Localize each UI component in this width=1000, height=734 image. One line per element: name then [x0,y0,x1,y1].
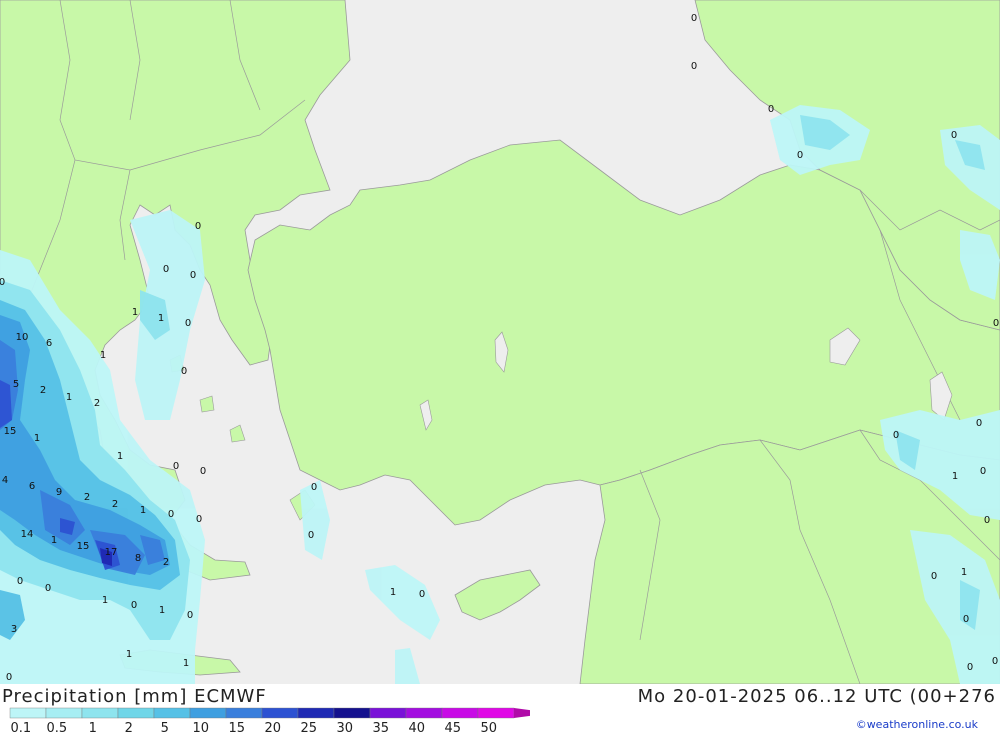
legend-tick-label: 5 [161,721,169,734]
map-value-label: 1 [158,313,164,324]
map-value-label: 0 [992,656,998,667]
legend-swatch [225,707,263,719]
map-value-label: 0 [195,221,201,232]
legend-tick-label: 50 [481,721,498,734]
credit-link[interactable]: ©weatheronline.co.uk [856,718,978,731]
map-value-label: 4 [2,475,8,486]
map-value-label: 1 [159,605,165,616]
legend-tick-label: 25 [301,721,318,734]
map-value-label: 0 [931,571,937,582]
map-value-label: 0 [131,600,137,611]
map-value-label: 0 [308,530,314,541]
map-value-label: 6 [29,481,35,492]
legend-swatch [405,707,443,719]
map-value-label: 0 [967,662,973,673]
map-value-label: 1 [66,392,72,403]
map-value-label: 0 [173,461,179,472]
map-value-label: 0 [196,514,202,525]
map-value-label: 0 [980,466,986,477]
map-value-label: 0 [17,576,23,587]
map-value-label: 1 [961,567,967,578]
legend-swatch [333,707,371,719]
map-value-label: 6 [46,338,52,349]
map-value-label: 9 [56,487,62,498]
legend-tick-label: 40 [409,721,426,734]
map-value-label: 0 [200,466,206,477]
map-value-label: 0 [45,583,51,594]
legend-tick-label: 2 [125,721,133,734]
map-value-label: 17 [105,547,118,558]
map-value-label: 0 [691,61,697,72]
legend-swatch [45,707,83,719]
map-footer: Precipitation [mm] ECMWF Mo 20-01-2025 0… [0,684,1000,734]
map-value-label: 0 [963,614,969,625]
map-value-label: 1 [100,350,106,361]
map-value-label: 2 [40,385,46,396]
map-value-label: 0 [768,104,774,115]
legend-swatch [441,707,479,719]
map-value-label: 15 [77,541,90,552]
map-value-label: 0 [311,482,317,493]
color-legend: 0.1 0.5 1 2 5 10 15 20 25 30 35 40 45 50 [9,707,530,734]
map-value-label: 1 [51,535,57,546]
map-value-label: 0 [185,318,191,329]
legend-swatch [189,707,227,719]
legend-swatch [297,707,335,719]
map-value-label: 1 [126,649,132,660]
legend-swatch [369,707,407,719]
legend-tick-label: 1 [89,721,97,734]
map-value-label: 8 [135,553,141,564]
map-value-label: 0 [168,509,174,520]
map-value-label: 0 [0,277,5,288]
legend-swatch [117,707,155,719]
map-value-label: 0 [163,264,169,275]
map-value-label: 5 [13,379,19,390]
map-value-label: 2 [94,398,100,409]
map-value-label: 0 [691,13,697,24]
map-value-label: 1 [183,658,189,669]
map-value-label: 1 [952,471,958,482]
legend-tick-label: 30 [337,721,354,734]
map-value-label: 0 [419,589,425,600]
map-value-label: 0 [984,515,990,526]
map-value-label: 0 [893,430,899,441]
map-value-label: 15 [4,426,17,437]
map-value-label: 1 [117,451,123,462]
legend-swatch [81,707,119,719]
legend-tick-label: 20 [265,721,282,734]
map-value-label: 1 [390,587,396,598]
map-viewer: 0 0 0 0 0 0 0 0 0 1 1 0 10 6 1 0 5 2 1 2… [0,0,1000,734]
legend-tick-label: 45 [445,721,462,734]
map-value-label: 0 [190,270,196,281]
map-value-label: 14 [21,529,34,540]
map-value-label: 1 [132,307,138,318]
legend-tick-label: 15 [229,721,246,734]
map-value-label: 0 [797,150,803,161]
legend-tick-label: 0.1 [10,721,31,734]
legend-swatch [153,707,191,719]
map-value-label: 0 [951,130,957,141]
map-value-label: 1 [102,595,108,606]
map-value-label: 10 [16,332,29,343]
map-value-label: 3 [11,624,17,635]
map-value-label: 2 [163,557,169,568]
map-value-label: 1 [140,505,146,516]
legend-arrow [514,708,530,718]
map-value-label: 2 [84,492,90,503]
map-value-label: 2 [112,499,118,510]
legend-swatch [9,707,47,719]
legend-swatch [477,707,515,719]
valid-time: Mo 20-01-2025 06..12 UTC (00+276 [637,686,996,707]
legend-tick-label: 0.5 [46,721,67,734]
map-value-label: 1 [34,433,40,444]
map-value-label: 0 [181,366,187,377]
map-value-label: 0 [976,418,982,429]
precipitation-map[interactable]: 0 0 0 0 0 0 0 0 0 1 1 0 10 6 1 0 5 2 1 2… [0,0,1000,684]
map-value-label: 0 [187,610,193,621]
legend-tick-label: 10 [193,721,210,734]
map-value-label: 0 [993,318,999,329]
map-value-label: 0 [6,672,12,683]
legend-swatch [261,707,299,719]
legend-tick-label: 35 [373,721,390,734]
